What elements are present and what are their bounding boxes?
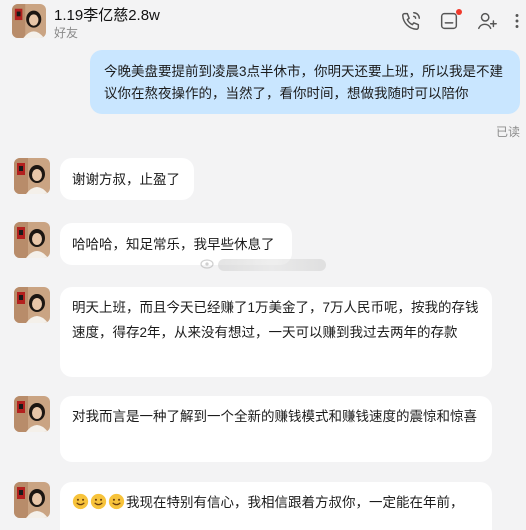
smile-emoji-icon [108, 493, 126, 510]
smile-emoji-icon [72, 493, 90, 510]
watermark [200, 257, 326, 273]
smile-emoji-icon [90, 493, 108, 510]
sender-avatar[interactable] [14, 482, 50, 518]
sender-avatar[interactable] [14, 396, 50, 432]
eye-icon [200, 256, 214, 274]
sent-message-bubble[interactable]: 今晚美盘要提前到凌晨3点半休市，你明天还要上班，所以我是不建议你在熬夜操作的，当… [90, 50, 520, 114]
message-text: 我现在特别有信心，我相信跟着方叔你，一定能在年前， [126, 495, 464, 510]
received-message-bubble[interactable]: 对我而言是一种了解到一个全新的赚钱模式和赚钱速度的震惊和惊喜 [60, 396, 492, 462]
received-message-bubble[interactable]: 谢谢方叔，止盈了 [60, 158, 194, 200]
received-message-bubble[interactable]: 明天上班，而且今天已经赚了1万美金了，7万人民币呢，按我的存钱速度，得存2年，从… [60, 287, 492, 377]
more-icon[interactable] [506, 10, 522, 32]
contact-avatar[interactable] [12, 4, 46, 38]
phone-call-icon[interactable] [400, 10, 422, 32]
sender-avatar[interactable] [14, 222, 50, 258]
sender-avatar[interactable] [14, 158, 50, 194]
read-receipt: 已读 [496, 125, 521, 139]
received-message-bubble[interactable]: 我现在特别有信心，我相信跟着方叔你，一定能在年前， [60, 482, 492, 530]
chat-header: 1.19李亿慈2.8w 好友 [0, 0, 526, 44]
notification-dot [456, 9, 462, 15]
add-friend-icon[interactable] [476, 10, 498, 32]
sender-avatar[interactable] [14, 287, 50, 323]
contact-relation: 好友 [54, 26, 79, 40]
contact-name[interactable]: 1.19李亿慈2.8w [54, 4, 160, 25]
